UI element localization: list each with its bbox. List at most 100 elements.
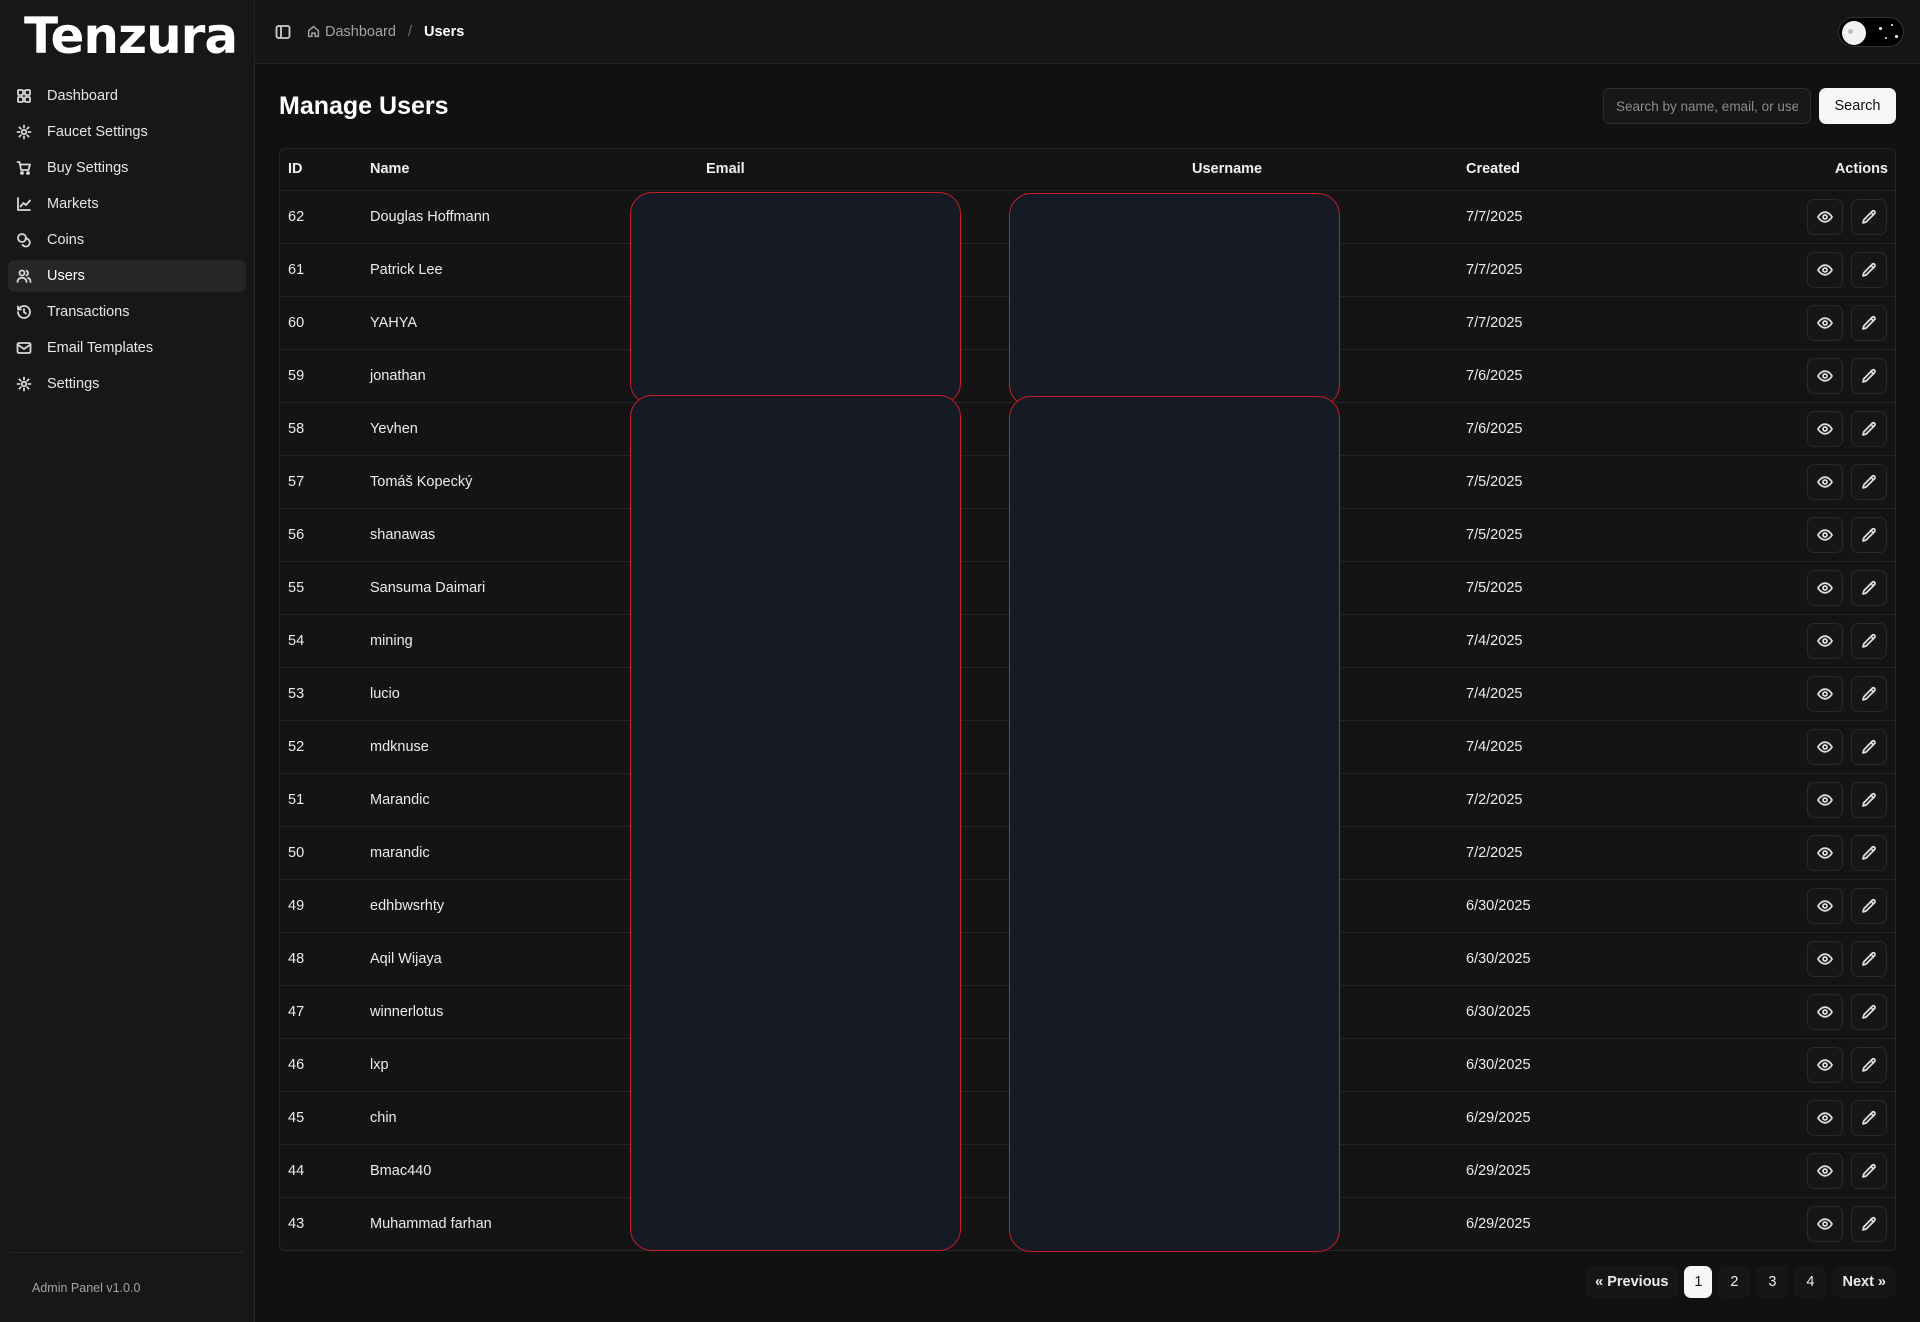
cell-created: 7/4/2025 [1466, 738, 1523, 755]
breadcrumb: Dashboard / Users [307, 24, 464, 40]
breadcrumb-home-link[interactable]: Dashboard [307, 24, 396, 40]
cell-id: 60 [288, 314, 305, 331]
edit-user-button[interactable] [1851, 251, 1887, 288]
pencil-icon [1861, 739, 1877, 755]
sidebar-item-settings[interactable]: Settings [8, 368, 246, 400]
edit-user-button[interactable] [1851, 834, 1887, 871]
view-user-button[interactable] [1807, 993, 1843, 1030]
star-icon [1879, 27, 1882, 30]
view-user-button[interactable] [1807, 1205, 1843, 1242]
view-user-button[interactable] [1807, 516, 1843, 553]
eye-icon [1817, 1004, 1833, 1020]
view-user-button[interactable] [1807, 1046, 1843, 1083]
pagination-page-2[interactable]: 2 [1718, 1266, 1751, 1298]
pagination-previous[interactable]: « Previous [1585, 1266, 1679, 1298]
cell-id: 51 [288, 791, 305, 808]
edit-user-button[interactable] [1851, 993, 1887, 1030]
view-user-button[interactable] [1807, 781, 1843, 818]
view-user-button[interactable] [1807, 569, 1843, 606]
edit-user-button[interactable] [1851, 198, 1887, 235]
coins-icon [16, 232, 32, 248]
view-user-button[interactable] [1807, 463, 1843, 500]
search-button[interactable]: Search [1819, 88, 1896, 124]
star-icon [1895, 35, 1898, 38]
view-user-button[interactable] [1807, 834, 1843, 871]
eye-icon [1817, 421, 1833, 437]
pencil-icon [1861, 580, 1877, 596]
edit-user-button[interactable] [1851, 1205, 1887, 1242]
column-header-email[interactable]: Email [698, 149, 1184, 191]
view-user-button[interactable] [1807, 357, 1843, 394]
cell-id: 44 [288, 1162, 305, 1179]
edit-user-button[interactable] [1851, 357, 1887, 394]
redacted-email-block [630, 192, 961, 405]
view-user-button[interactable] [1807, 887, 1843, 924]
edit-user-button[interactable] [1851, 1046, 1887, 1083]
sidebar-item-buy-settings[interactable]: Buy Settings [8, 152, 246, 184]
search-input[interactable] [1603, 88, 1811, 124]
view-user-button[interactable] [1807, 1152, 1843, 1189]
edit-user-button[interactable] [1851, 569, 1887, 606]
pencil-icon [1861, 633, 1877, 649]
cell-created: 7/7/2025 [1466, 314, 1523, 331]
column-header-id[interactable]: ID [280, 149, 362, 191]
view-user-button[interactable] [1807, 251, 1843, 288]
pagination-page-4[interactable]: 4 [1794, 1266, 1827, 1298]
cell-id: 54 [288, 632, 305, 649]
edit-user-button[interactable] [1851, 675, 1887, 712]
edit-user-button[interactable] [1851, 463, 1887, 500]
sidebar-item-transactions[interactable]: Transactions [8, 296, 246, 328]
column-header-name[interactable]: Name [362, 149, 698, 191]
edit-user-button[interactable] [1851, 940, 1887, 977]
eye-icon [1817, 1163, 1833, 1179]
sidebar-item-coins[interactable]: Coins [8, 224, 246, 256]
cell-actions [1742, 349, 1895, 402]
column-header-username[interactable]: Username [1184, 149, 1458, 191]
edit-user-button[interactable] [1851, 622, 1887, 659]
sidebar-item-faucet-settings[interactable]: Faucet Settings [8, 116, 246, 148]
sidebar-toggle-icon[interactable] [275, 24, 291, 40]
pencil-icon [1861, 686, 1877, 702]
sidebar-item-markets[interactable]: Markets [8, 188, 246, 220]
view-user-button[interactable] [1807, 304, 1843, 341]
cell-id: 43 [288, 1215, 305, 1232]
pagination: « Previous 1234 Next » [1579, 1266, 1896, 1298]
eye-icon [1817, 1216, 1833, 1232]
history-icon [16, 304, 32, 320]
view-user-button[interactable] [1807, 728, 1843, 765]
cart-icon [16, 160, 32, 176]
edit-user-button[interactable] [1851, 304, 1887, 341]
brand-logo[interactable]: Tenzura [0, 0, 254, 72]
top-bar: Dashboard / Users [255, 0, 1920, 64]
cell-id: 48 [288, 950, 305, 967]
view-user-button[interactable] [1807, 1099, 1843, 1136]
sidebar-item-dashboard[interactable]: Dashboard [8, 80, 246, 112]
sidebar-item-label: Coins [47, 232, 85, 248]
edit-user-button[interactable] [1851, 887, 1887, 924]
sidebar-item-email-templates[interactable]: Email Templates [8, 332, 246, 364]
pagination-page-1[interactable]: 1 [1684, 1266, 1713, 1298]
column-header-created[interactable]: Created [1458, 149, 1742, 191]
cell-actions [1742, 1091, 1895, 1144]
view-user-button[interactable] [1807, 622, 1843, 659]
view-user-button[interactable] [1807, 198, 1843, 235]
pagination-next[interactable]: Next » [1832, 1266, 1896, 1298]
edit-user-button[interactable] [1851, 728, 1887, 765]
pagination-page-3[interactable]: 3 [1756, 1266, 1789, 1298]
cell-actions [1742, 985, 1895, 1038]
view-user-button[interactable] [1807, 410, 1843, 447]
cell-id: 55 [288, 579, 305, 596]
theme-toggle[interactable] [1838, 17, 1904, 47]
view-user-button[interactable] [1807, 940, 1843, 977]
cell-id: 59 [288, 367, 305, 384]
edit-user-button[interactable] [1851, 1152, 1887, 1189]
sidebar-item-label: Buy Settings [47, 160, 129, 176]
star-icon [1891, 24, 1893, 26]
sidebar-item-users[interactable]: Users [8, 260, 246, 292]
edit-user-button[interactable] [1851, 1099, 1887, 1136]
edit-user-button[interactable] [1851, 516, 1887, 553]
view-user-button[interactable] [1807, 675, 1843, 712]
column-header-actions: Actions [1742, 149, 1895, 191]
edit-user-button[interactable] [1851, 410, 1887, 447]
edit-user-button[interactable] [1851, 781, 1887, 818]
